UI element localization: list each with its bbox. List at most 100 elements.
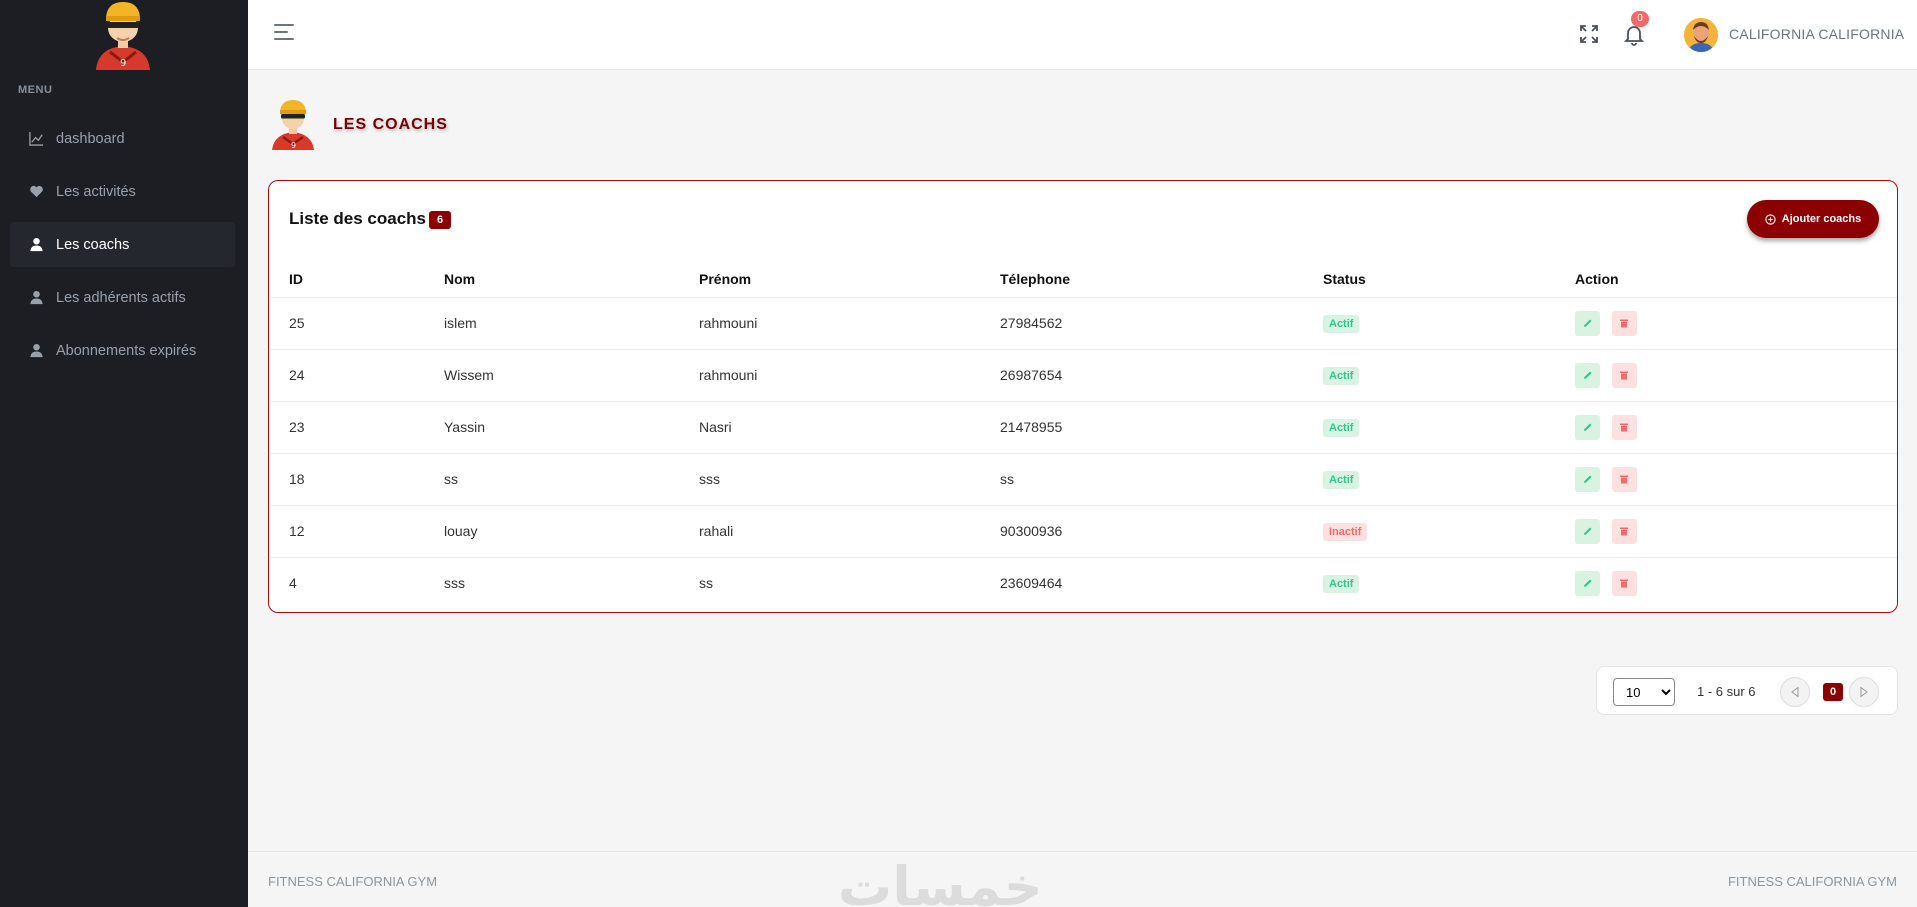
chevron-left-icon bbox=[1791, 686, 1799, 698]
cell-status: Actif bbox=[1305, 401, 1557, 454]
cell-status: Actif bbox=[1305, 349, 1557, 402]
chevron-right-icon bbox=[1860, 686, 1868, 698]
sidebar-item-label: Les adhérents actifs bbox=[56, 289, 186, 306]
cell-nom: Wissem bbox=[426, 349, 681, 402]
menu-title: MENU bbox=[18, 84, 53, 96]
table-row: 24 Wissem rahmouni 26987654 Actif bbox=[271, 349, 1897, 402]
cell-telephone: 90300936 bbox=[982, 505, 1305, 558]
sidebar-item-label: Abonnements expirés bbox=[56, 342, 197, 359]
count-badge: 6 bbox=[429, 211, 451, 229]
delete-button[interactable] bbox=[1611, 518, 1637, 544]
delete-button[interactable] bbox=[1611, 414, 1637, 440]
fullscreen-icon[interactable] bbox=[1577, 22, 1601, 46]
footer: FITNESS CALIFORNIA GYM خمسات FITNESS CAL… bbox=[248, 851, 1917, 907]
heart-icon bbox=[28, 184, 44, 200]
cell-actions bbox=[1557, 453, 1897, 506]
trash-icon bbox=[1620, 319, 1629, 328]
trash-icon bbox=[1620, 527, 1629, 536]
user-icon bbox=[28, 290, 44, 306]
status-badge: Actif bbox=[1323, 366, 1360, 385]
sidebar-nav: dashboard Les activités Les coachs Les a… bbox=[10, 116, 235, 381]
cell-id: 24 bbox=[271, 349, 426, 402]
table-row: 23 Yassin Nasri 21478955 Actif bbox=[271, 401, 1897, 454]
page-title: LES COACHS bbox=[333, 116, 448, 133]
menu-toggle-icon[interactable] bbox=[274, 24, 296, 44]
user-icon bbox=[28, 237, 44, 253]
previous-page-button[interactable] bbox=[1780, 677, 1810, 707]
footer-brand-right: FITNESS CALIFORNIA GYM bbox=[1727, 874, 1897, 889]
delete-button[interactable] bbox=[1611, 570, 1637, 596]
status-badge: Actif bbox=[1323, 470, 1360, 489]
cell-telephone: 26987654 bbox=[982, 349, 1305, 402]
cell-telephone: 27984562 bbox=[982, 297, 1305, 350]
coach-mascot-icon: 9 bbox=[268, 98, 318, 150]
sidebar: 9 MENU dashboard Les activités Les coach… bbox=[0, 0, 248, 907]
cell-prenom: sss bbox=[681, 453, 982, 506]
edit-button[interactable] bbox=[1575, 362, 1600, 388]
column-header-nom[interactable]: Nom bbox=[426, 261, 681, 298]
sidebar-item-dashboard[interactable]: dashboard bbox=[10, 116, 235, 161]
edit-button[interactable] bbox=[1575, 466, 1600, 492]
cell-status: Actif bbox=[1305, 557, 1557, 609]
add-coach-label: Ajouter coachs bbox=[1781, 213, 1862, 225]
cell-telephone: ss bbox=[982, 453, 1305, 506]
sidebar-item-label: dashboard bbox=[56, 130, 125, 147]
edit-button[interactable] bbox=[1575, 518, 1600, 544]
chart-line-icon bbox=[28, 131, 44, 147]
trash-icon bbox=[1620, 423, 1629, 432]
column-header-telephone[interactable]: Télephone bbox=[982, 261, 1305, 298]
column-header-action: Action bbox=[1557, 261, 1897, 298]
card-title: Liste des coachs bbox=[289, 209, 427, 228]
edit-button[interactable] bbox=[1575, 310, 1600, 336]
delete-button[interactable] bbox=[1611, 362, 1637, 388]
page-size-select[interactable]: 10 bbox=[1613, 678, 1675, 706]
next-page-button[interactable] bbox=[1849, 677, 1879, 707]
column-header-id[interactable]: ID bbox=[271, 261, 426, 298]
sidebar-item-coachs[interactable]: Les coachs bbox=[10, 222, 235, 267]
pencil-icon bbox=[1583, 371, 1591, 379]
edit-button[interactable] bbox=[1575, 570, 1600, 596]
trash-icon bbox=[1620, 475, 1629, 484]
column-header-status[interactable]: Status bbox=[1305, 261, 1557, 298]
cell-actions bbox=[1557, 349, 1897, 402]
pencil-icon bbox=[1583, 579, 1591, 588]
status-badge: Actif bbox=[1323, 314, 1360, 333]
logo-mascot[interactable]: 9 bbox=[90, 0, 156, 70]
cell-nom: louay bbox=[426, 505, 681, 558]
pencil-icon bbox=[1583, 475, 1591, 483]
cell-prenom: Nasri bbox=[681, 401, 982, 454]
delete-button[interactable] bbox=[1611, 310, 1637, 336]
table-row: 12 louay rahali 90300936 Inactif bbox=[271, 505, 1897, 558]
cell-actions bbox=[1557, 297, 1897, 350]
add-coach-button[interactable]: Ajouter coachs bbox=[1747, 200, 1879, 238]
cell-nom: islem bbox=[426, 297, 681, 350]
sidebar-item-abonnements-expires[interactable]: Abonnements expirés bbox=[10, 328, 235, 373]
edit-button[interactable] bbox=[1575, 414, 1600, 440]
column-header-prenom[interactable]: Prénom bbox=[681, 261, 982, 298]
status-badge: Actif bbox=[1323, 574, 1360, 593]
pencil-icon bbox=[1583, 423, 1591, 431]
avatar[interactable] bbox=[1684, 18, 1718, 52]
table-header-row: ID Nom Prénom Télephone Status Action bbox=[271, 261, 1897, 298]
delete-button[interactable] bbox=[1611, 466, 1637, 492]
sidebar-item-adherents-actifs[interactable]: Les adhérents actifs bbox=[10, 275, 235, 320]
cell-id: 12 bbox=[271, 505, 426, 558]
current-page[interactable]: 0 bbox=[1823, 683, 1843, 701]
cell-status: Inactif bbox=[1305, 505, 1557, 558]
cell-prenom: rahmouni bbox=[681, 349, 982, 402]
cell-id: 25 bbox=[271, 297, 426, 350]
cell-actions bbox=[1557, 557, 1897, 609]
notification-badge: 0 bbox=[1631, 11, 1649, 27]
cell-nom: Yassin bbox=[426, 401, 681, 454]
sidebar-item-activites[interactable]: Les activités bbox=[10, 169, 235, 214]
pagination-range: 1 - 6 sur 6 bbox=[1697, 684, 1756, 699]
table-row: 25 islem rahmouni 27984562 Actif bbox=[271, 297, 1897, 350]
cell-actions bbox=[1557, 505, 1897, 558]
cell-nom: ss bbox=[426, 453, 681, 506]
username[interactable]: CALIFORNIA CALIFORNIA bbox=[1729, 26, 1904, 42]
watermark: خمسات bbox=[838, 855, 1043, 907]
table-row: 4 sss ss 23609464 Actif bbox=[271, 557, 1897, 609]
coachs-card: Liste des coachs 6 Ajouter coachs ID Nom… bbox=[268, 180, 1898, 613]
svg-text:9: 9 bbox=[120, 58, 126, 69]
footer-brand-left: FITNESS CALIFORNIA GYM bbox=[268, 874, 438, 889]
